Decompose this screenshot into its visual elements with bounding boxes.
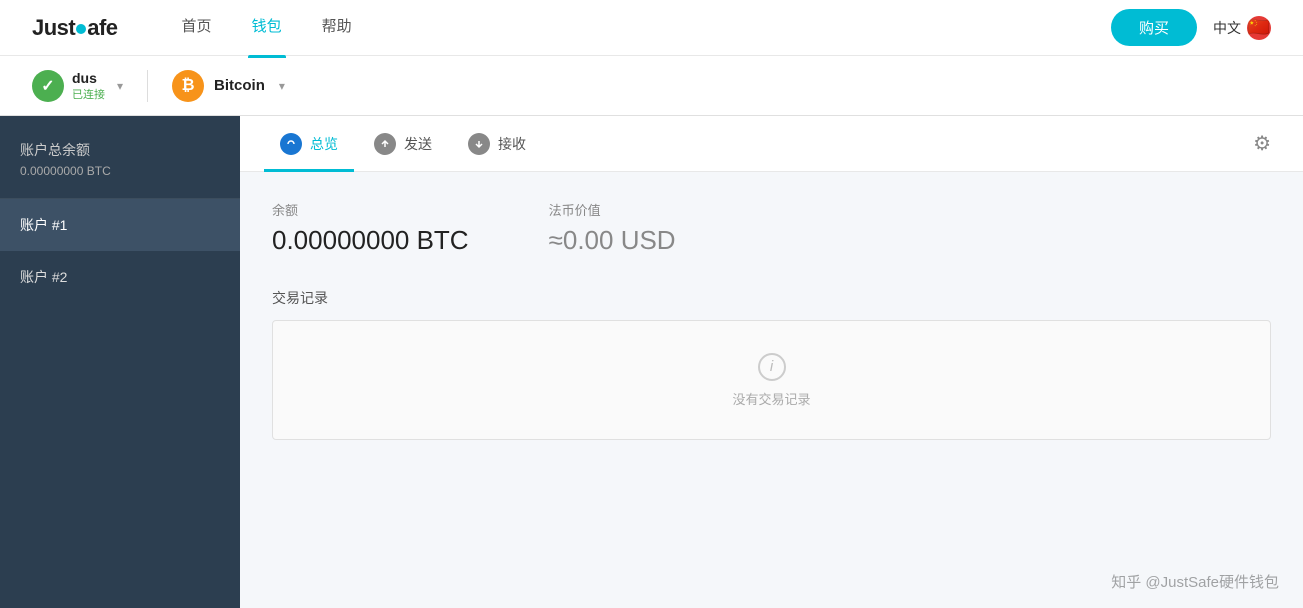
balance-section: 余额 0.00000000 BTC 法币价值 ≈0.00 USD xyxy=(272,200,1271,256)
flag-icon xyxy=(1247,16,1271,40)
sidebar-total-amount: 0.00000000 BTC xyxy=(20,164,220,178)
fiat-value: ≈0.00 USD xyxy=(549,225,676,256)
device-name: dus xyxy=(72,70,105,86)
nav-item-wallet[interactable]: 钱包 xyxy=(248,15,286,40)
device-info: dus 已连接 xyxy=(72,70,105,102)
balance-value: 0.00000000 BTC xyxy=(272,225,469,256)
tx-section-label: 交易记录 xyxy=(272,288,1271,308)
tab-overview-label: 总览 xyxy=(310,134,338,154)
tab-send-label: 发送 xyxy=(404,134,432,154)
info-circle-icon: i xyxy=(758,353,786,381)
main-layout: 账户总余额 0.00000000 BTC 账户 #1 账户 #2 总览 xyxy=(0,116,1303,608)
sidebar-total: 账户总余额 0.00000000 BTC xyxy=(0,116,240,199)
settings-button[interactable]: ⚙ xyxy=(1245,127,1279,160)
sidebar: 账户总余额 0.00000000 BTC 账户 #1 账户 #2 xyxy=(0,116,240,608)
tab-receive-label: 接收 xyxy=(498,134,526,154)
tab-send[interactable]: 发送 xyxy=(358,116,448,172)
send-icon xyxy=(374,133,396,155)
header: Justafe 首页 钱包 帮助 购买 中文 xyxy=(0,0,1303,56)
tab-overview[interactable]: 总览 xyxy=(264,116,354,172)
device-chevron-icon: ▾ xyxy=(117,79,123,93)
overview-icon xyxy=(280,133,302,155)
content: 总览 发送 接收 ⚙ xyxy=(240,116,1303,608)
content-body: 余额 0.00000000 BTC 法币价值 ≈0.00 USD 交易记录 i … xyxy=(240,172,1303,468)
header-right: 购买 中文 xyxy=(1111,9,1271,46)
checkmark-icon: ✓ xyxy=(41,76,54,96)
balance-block: 余额 0.00000000 BTC xyxy=(272,200,469,256)
nav-item-home[interactable]: 首页 xyxy=(178,15,216,40)
tx-empty-text: 没有交易记录 xyxy=(732,389,810,408)
balance-label: 余额 xyxy=(272,200,469,219)
tx-empty-box: i 没有交易记录 xyxy=(272,320,1271,440)
buy-button[interactable]: 购买 xyxy=(1111,9,1197,46)
fiat-block: 法币价值 ≈0.00 USD xyxy=(549,200,676,256)
nav: 首页 钱包 帮助 xyxy=(178,15,1111,40)
sidebar-account-1[interactable]: 账户 #1 xyxy=(0,199,240,251)
coin-chevron-icon: ▾ xyxy=(279,79,285,93)
logo-text: Justafe xyxy=(32,15,118,41)
nav-item-help[interactable]: 帮助 xyxy=(318,15,356,40)
device-connected-icon: ✓ xyxy=(32,70,64,102)
tabs: 总览 发送 接收 ⚙ xyxy=(240,116,1303,172)
lang-label: 中文 xyxy=(1213,18,1241,38)
lang-selector[interactable]: 中文 xyxy=(1213,16,1271,40)
bitcoin-icon: ₿ xyxy=(172,70,204,102)
logo-dot xyxy=(76,24,86,34)
tab-receive[interactable]: 接收 xyxy=(452,116,542,172)
sidebar-total-label: 账户总余额 xyxy=(20,140,220,160)
coin-selector[interactable]: ₿ Bitcoin ▾ xyxy=(148,70,285,102)
device-selector[interactable]: ✓ dus 已连接 ▾ xyxy=(32,70,148,102)
logo: Justafe xyxy=(32,15,118,41)
receive-icon xyxy=(468,133,490,155)
sidebar-account-2[interactable]: 账户 #2 xyxy=(0,251,240,303)
fiat-label: 法币价值 xyxy=(549,200,676,219)
device-status: 已连接 xyxy=(72,86,105,102)
subheader: ✓ dus 已连接 ▾ ₿ Bitcoin ▾ xyxy=(0,56,1303,116)
coin-name: Bitcoin xyxy=(214,77,265,94)
